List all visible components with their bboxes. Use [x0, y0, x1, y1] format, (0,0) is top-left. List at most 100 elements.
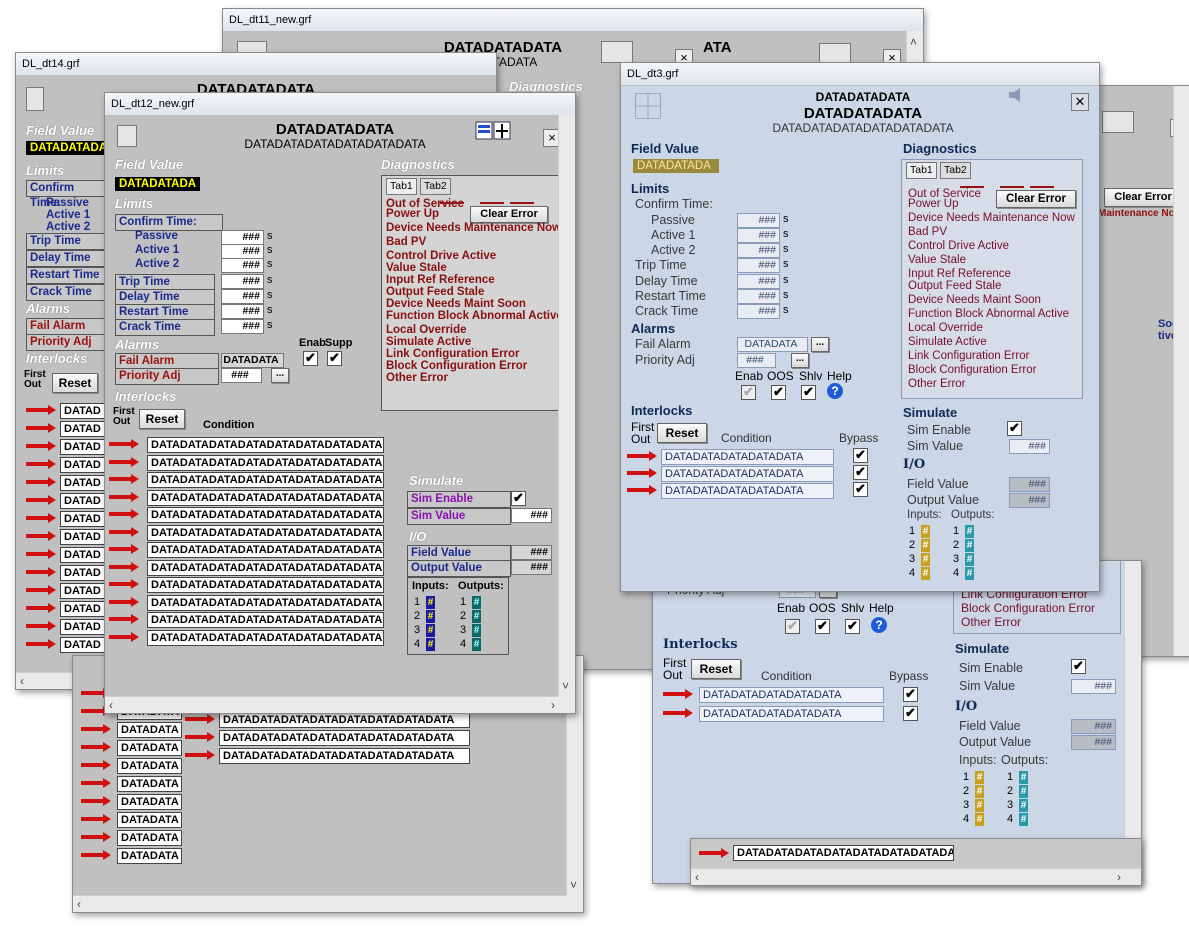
clear-error-button[interactable]: Clear Error [470, 206, 548, 223]
interlock-row[interactable]: DATAD [60, 619, 109, 635]
interlock-row[interactable]: DATADATA [117, 758, 182, 774]
vertical-scrollbar[interactable]: ˅ [558, 115, 575, 697]
interlock-row-wide[interactable]: DATADATADATADATADATADATADATADATA [219, 730, 470, 746]
crack-time-value[interactable]: ### [737, 304, 780, 319]
interlock-row[interactable]: DATADATADATADATADATADATADATADATA [733, 845, 954, 861]
interlock-row[interactable]: DATAD [60, 529, 109, 545]
interlock-row[interactable]: DATADATADATADATADATADATADATADATA [147, 437, 384, 453]
fail-alarm-value[interactable]: DATADATA [737, 337, 808, 352]
interlock-row[interactable]: DATADATADATADATADATADATADATADATA [147, 489, 384, 506]
horizontal-scrollbar[interactable]: ‹ › [105, 696, 575, 713]
trip-time-value[interactable]: ### [737, 258, 780, 273]
toolbar-icon[interactable] [26, 87, 44, 111]
interlock-row[interactable]: DATADATADATADATADATADATADATADATA [147, 612, 384, 628]
restart-time-value[interactable]: ### [221, 304, 264, 319]
interlock-row[interactable]: DATAD [60, 403, 109, 419]
window-dl-dt12[interactable]: DL_dt12_new.grf DATADATADATA DATADATADAT… [104, 92, 576, 714]
clear-error-button[interactable]: Clear Error [1104, 188, 1182, 207]
bypass-checkbox[interactable]: ✔ [853, 448, 868, 463]
horizontal-scrollbar[interactable]: ‹ › [691, 868, 1141, 885]
tab-2[interactable]: Tab2 [940, 162, 971, 179]
reset-button[interactable]: Reset [657, 423, 707, 443]
chevron-right-icon[interactable]: › [1117, 870, 1121, 884]
grid-icon[interactable] [635, 93, 661, 119]
interlock-row[interactable]: DATADATADATADATADATADATADATADATA [147, 542, 384, 558]
interlock-row[interactable]: DATAD [60, 547, 109, 563]
delay-time-value[interactable]: ### [221, 289, 264, 304]
priority-adj-value[interactable]: ### [737, 353, 776, 368]
passive-value[interactable]: ### [737, 213, 780, 228]
interlock-row[interactable]: DATADATA [117, 848, 182, 864]
chevron-down-icon[interactable]: ˅ [570, 878, 577, 892]
interlock-row[interactable]: DATADATADATADATADATA [661, 466, 834, 482]
window-bottom-strip[interactable]: DATADATADATADATADATADATADATADATA ‹ › [690, 838, 1142, 886]
interlock-row[interactable]: DATADATADATADATADATADATADATADATA [147, 577, 384, 593]
interlock-row[interactable]: DATADATADATADATADATA [661, 483, 834, 499]
trend-icon[interactable] [475, 121, 511, 141]
vertical-scrollbar[interactable] [1173, 86, 1189, 656]
passive-value[interactable]: ### [221, 230, 264, 245]
interlock-row[interactable]: DATADATADATADATADATADATADATADATA [147, 472, 384, 488]
interlock-row-wide[interactable]: DATADATADATADATADATADATADATADATA [219, 748, 470, 764]
reset-button[interactable]: Reset [52, 373, 98, 393]
window-dl-dt3[interactable]: DL_dt3.grf DATADATADATA DATADATADATA DAT… [620, 62, 1100, 592]
chevron-left-icon[interactable]: ‹ [109, 698, 113, 712]
chevron-left-icon[interactable]: ‹ [20, 674, 24, 688]
interlock-row[interactable]: DATADATADATADATADATADATADATADATA [147, 524, 384, 541]
interlock-row[interactable]: DATADATA [117, 722, 182, 738]
interlock-row[interactable]: DATAD [60, 565, 109, 581]
horizontal-scrollbar[interactable]: ‹ [73, 895, 583, 912]
chevron-left-icon[interactable]: ‹ [77, 897, 81, 911]
fail-alarm-value[interactable]: DATADATA [221, 353, 284, 368]
sim-enable-checkbox[interactable]: ✔ [1007, 421, 1022, 436]
interlock-row[interactable]: DATADATA [117, 794, 182, 810]
reset-button[interactable]: Reset [139, 409, 185, 429]
chevron-down-icon[interactable]: ˅ [562, 679, 569, 693]
delay-time-value[interactable]: ### [737, 274, 780, 289]
fail-alarm-dots-button[interactable]: ... [811, 337, 829, 352]
interlock-row[interactable]: DATAD [60, 421, 109, 437]
interlock-row[interactable]: DATAD [60, 457, 109, 473]
vertical-scrollbar[interactable]: ˅ [1124, 561, 1141, 883]
interlock-row[interactable]: DATADATADATADATADATA [699, 706, 884, 722]
priority-dots-button[interactable]: ... [791, 353, 809, 368]
interlock-row[interactable]: DATAD [60, 493, 109, 509]
interlock-row[interactable]: DATAD [60, 637, 109, 653]
tab-1[interactable]: Tab1 [906, 162, 937, 179]
sim-value-field[interactable]: ### [511, 508, 552, 523]
help-icon[interactable]: ? [871, 617, 887, 633]
active1-value[interactable]: ### [221, 244, 264, 259]
chevron-up-icon[interactable]: ˄ [910, 35, 917, 49]
active1-value[interactable]: ### [737, 228, 780, 243]
bypass-checkbox[interactable]: ✔ [903, 706, 918, 721]
bypass-checkbox[interactable]: ✔ [903, 687, 918, 702]
bypass-checkbox[interactable]: ✔ [853, 482, 868, 497]
interlock-row[interactable]: DATADATADATADATADATADATADATADATA [147, 559, 384, 576]
chevron-left-icon[interactable]: ‹ [695, 870, 699, 884]
interlock-row[interactable]: DATAD [60, 601, 109, 617]
sim-enable-checkbox[interactable]: ✔ [511, 491, 526, 506]
trend-icon[interactable] [601, 41, 633, 63]
interlock-row[interactable]: DATADATA [117, 830, 182, 846]
bypass-checkbox[interactable]: ✔ [853, 465, 868, 480]
interlock-row[interactable]: DATADATADATADATADATADATADATADATA [147, 594, 384, 611]
interlock-row[interactable]: DATADATA [117, 740, 182, 756]
interlock-row[interactable]: DATADATADATADATADATA [699, 687, 884, 703]
oos-checkbox[interactable]: ✔ [815, 619, 830, 634]
sim-enable-checkbox[interactable]: ✔ [1071, 659, 1086, 674]
crack-time-value[interactable]: ### [221, 319, 264, 334]
help-icon[interactable]: ? [827, 383, 843, 399]
close-icon[interactable]: ✕ [1071, 93, 1089, 111]
interlock-row[interactable]: DATAD [60, 439, 109, 455]
interlock-row[interactable]: DATADATADATADATADATADATADATADATA [147, 507, 384, 523]
interlock-row[interactable]: DATADATADATADATADATADATADATADATA [147, 629, 384, 646]
shlv-checkbox[interactable]: ✔ [845, 619, 860, 634]
sim-value-field[interactable]: ### [1071, 679, 1116, 694]
chevron-right-icon[interactable]: › [551, 698, 555, 712]
toolbar-icon[interactable] [117, 125, 137, 147]
reset-button[interactable]: Reset [691, 659, 741, 679]
trend-icon[interactable] [1102, 111, 1134, 133]
active2-value[interactable]: ### [221, 258, 264, 273]
sim-value-field[interactable]: ### [1009, 439, 1050, 454]
interlock-row[interactable]: DATADATA [117, 812, 182, 828]
